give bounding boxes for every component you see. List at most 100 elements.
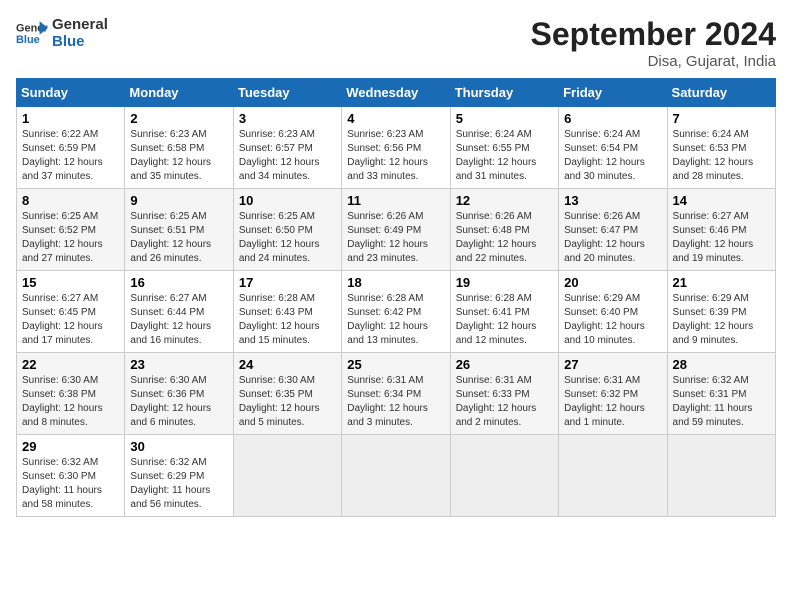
day-number: 18 (347, 275, 444, 290)
day-number: 25 (347, 357, 444, 372)
day-number: 1 (22, 111, 119, 126)
day-cell-17: 17 Sunrise: 6:28 AM Sunset: 6:43 PM Dayl… (233, 271, 341, 353)
day-info: Sunrise: 6:26 AM Sunset: 6:48 PM Dayligh… (456, 210, 553, 266)
day-info: Sunrise: 6:28 AM Sunset: 6:41 PM Dayligh… (456, 292, 553, 348)
day-info: Sunrise: 6:28 AM Sunset: 6:42 PM Dayligh… (347, 292, 444, 348)
day-cell-8: 8 Sunrise: 6:25 AM Sunset: 6:52 PM Dayli… (17, 189, 125, 271)
day-info: Sunrise: 6:30 AM Sunset: 6:35 PM Dayligh… (239, 374, 336, 430)
header-row: SundayMondayTuesdayWednesdayThursdayFrid… (17, 79, 776, 107)
day-number: 27 (564, 357, 661, 372)
day-cell-9: 9 Sunrise: 6:25 AM Sunset: 6:51 PM Dayli… (125, 189, 233, 271)
day-info: Sunrise: 6:27 AM Sunset: 6:46 PM Dayligh… (673, 210, 770, 266)
logo-general: General (52, 16, 108, 33)
svg-text:Blue: Blue (16, 34, 40, 46)
day-info: Sunrise: 6:23 AM Sunset: 6:56 PM Dayligh… (347, 128, 444, 184)
day-cell-30: 30 Sunrise: 6:32 AM Sunset: 6:29 PM Dayl… (125, 435, 233, 517)
day-info: Sunrise: 6:24 AM Sunset: 6:55 PM Dayligh… (456, 128, 553, 184)
month-title: September 2024 (531, 16, 776, 53)
day-cell-16: 16 Sunrise: 6:27 AM Sunset: 6:44 PM Dayl… (125, 271, 233, 353)
day-cell-23: 23 Sunrise: 6:30 AM Sunset: 6:36 PM Dayl… (125, 353, 233, 435)
day-info: Sunrise: 6:23 AM Sunset: 6:57 PM Dayligh… (239, 128, 336, 184)
week-row-5: 29 Sunrise: 6:32 AM Sunset: 6:30 PM Dayl… (17, 435, 776, 517)
empty-cell (450, 435, 558, 517)
day-number: 11 (347, 193, 444, 208)
day-cell-21: 21 Sunrise: 6:29 AM Sunset: 6:39 PM Dayl… (667, 271, 775, 353)
day-cell-22: 22 Sunrise: 6:30 AM Sunset: 6:38 PM Dayl… (17, 353, 125, 435)
day-cell-5: 5 Sunrise: 6:24 AM Sunset: 6:55 PM Dayli… (450, 107, 558, 189)
day-cell-10: 10 Sunrise: 6:25 AM Sunset: 6:50 PM Dayl… (233, 189, 341, 271)
day-info: Sunrise: 6:32 AM Sunset: 6:29 PM Dayligh… (130, 456, 227, 512)
day-number: 23 (130, 357, 227, 372)
day-number: 12 (456, 193, 553, 208)
empty-cell (559, 435, 667, 517)
calendar-table: SundayMondayTuesdayWednesdayThursdayFrid… (16, 78, 776, 517)
day-number: 4 (347, 111, 444, 126)
day-cell-19: 19 Sunrise: 6:28 AM Sunset: 6:41 PM Dayl… (450, 271, 558, 353)
day-cell-12: 12 Sunrise: 6:26 AM Sunset: 6:48 PM Dayl… (450, 189, 558, 271)
day-cell-7: 7 Sunrise: 6:24 AM Sunset: 6:53 PM Dayli… (667, 107, 775, 189)
day-number: 8 (22, 193, 119, 208)
page-header: General Blue General Blue September 2024… (16, 16, 776, 70)
day-info: Sunrise: 6:31 AM Sunset: 6:32 PM Dayligh… (564, 374, 661, 430)
day-number: 14 (673, 193, 770, 208)
day-number: 10 (239, 193, 336, 208)
day-number: 5 (456, 111, 553, 126)
day-info: Sunrise: 6:27 AM Sunset: 6:45 PM Dayligh… (22, 292, 119, 348)
day-number: 3 (239, 111, 336, 126)
logo: General Blue General Blue (16, 16, 108, 50)
day-cell-14: 14 Sunrise: 6:27 AM Sunset: 6:46 PM Dayl… (667, 189, 775, 271)
day-cell-4: 4 Sunrise: 6:23 AM Sunset: 6:56 PM Dayli… (342, 107, 450, 189)
day-cell-25: 25 Sunrise: 6:31 AM Sunset: 6:34 PM Dayl… (342, 353, 450, 435)
empty-cell (233, 435, 341, 517)
day-cell-2: 2 Sunrise: 6:23 AM Sunset: 6:58 PM Dayli… (125, 107, 233, 189)
header-thursday: Thursday (450, 79, 558, 107)
day-info: Sunrise: 6:29 AM Sunset: 6:39 PM Dayligh… (673, 292, 770, 348)
day-number: 30 (130, 439, 227, 454)
day-info: Sunrise: 6:22 AM Sunset: 6:59 PM Dayligh… (22, 128, 119, 184)
day-info: Sunrise: 6:26 AM Sunset: 6:47 PM Dayligh… (564, 210, 661, 266)
day-cell-18: 18 Sunrise: 6:28 AM Sunset: 6:42 PM Dayl… (342, 271, 450, 353)
header-monday: Monday (125, 79, 233, 107)
logo-icon: General Blue (16, 19, 48, 47)
day-number: 22 (22, 357, 119, 372)
day-number: 13 (564, 193, 661, 208)
day-info: Sunrise: 6:31 AM Sunset: 6:34 PM Dayligh… (347, 374, 444, 430)
header-sunday: Sunday (17, 79, 125, 107)
day-info: Sunrise: 6:23 AM Sunset: 6:58 PM Dayligh… (130, 128, 227, 184)
empty-cell (667, 435, 775, 517)
day-number: 28 (673, 357, 770, 372)
day-info: Sunrise: 6:25 AM Sunset: 6:50 PM Dayligh… (239, 210, 336, 266)
day-cell-15: 15 Sunrise: 6:27 AM Sunset: 6:45 PM Dayl… (17, 271, 125, 353)
day-number: 24 (239, 357, 336, 372)
day-info: Sunrise: 6:30 AM Sunset: 6:36 PM Dayligh… (130, 374, 227, 430)
day-number: 21 (673, 275, 770, 290)
day-info: Sunrise: 6:27 AM Sunset: 6:44 PM Dayligh… (130, 292, 227, 348)
day-number: 15 (22, 275, 119, 290)
day-number: 19 (456, 275, 553, 290)
day-info: Sunrise: 6:26 AM Sunset: 6:49 PM Dayligh… (347, 210, 444, 266)
day-cell-29: 29 Sunrise: 6:32 AM Sunset: 6:30 PM Dayl… (17, 435, 125, 517)
day-info: Sunrise: 6:28 AM Sunset: 6:43 PM Dayligh… (239, 292, 336, 348)
day-cell-20: 20 Sunrise: 6:29 AM Sunset: 6:40 PM Dayl… (559, 271, 667, 353)
header-friday: Friday (559, 79, 667, 107)
day-cell-26: 26 Sunrise: 6:31 AM Sunset: 6:33 PM Dayl… (450, 353, 558, 435)
day-number: 2 (130, 111, 227, 126)
header-wednesday: Wednesday (342, 79, 450, 107)
day-number: 9 (130, 193, 227, 208)
header-saturday: Saturday (667, 79, 775, 107)
day-cell-1: 1 Sunrise: 6:22 AM Sunset: 6:59 PM Dayli… (17, 107, 125, 189)
day-cell-13: 13 Sunrise: 6:26 AM Sunset: 6:47 PM Dayl… (559, 189, 667, 271)
empty-cell (342, 435, 450, 517)
day-info: Sunrise: 6:25 AM Sunset: 6:51 PM Dayligh… (130, 210, 227, 266)
title-block: September 2024 Disa, Gujarat, India (531, 16, 776, 70)
day-cell-6: 6 Sunrise: 6:24 AM Sunset: 6:54 PM Dayli… (559, 107, 667, 189)
logo-blue: Blue (52, 33, 108, 50)
day-cell-11: 11 Sunrise: 6:26 AM Sunset: 6:49 PM Dayl… (342, 189, 450, 271)
day-number: 16 (130, 275, 227, 290)
week-row-3: 15 Sunrise: 6:27 AM Sunset: 6:45 PM Dayl… (17, 271, 776, 353)
day-info: Sunrise: 6:24 AM Sunset: 6:54 PM Dayligh… (564, 128, 661, 184)
day-info: Sunrise: 6:29 AM Sunset: 6:40 PM Dayligh… (564, 292, 661, 348)
day-info: Sunrise: 6:32 AM Sunset: 6:31 PM Dayligh… (673, 374, 770, 430)
header-tuesday: Tuesday (233, 79, 341, 107)
week-row-4: 22 Sunrise: 6:30 AM Sunset: 6:38 PM Dayl… (17, 353, 776, 435)
